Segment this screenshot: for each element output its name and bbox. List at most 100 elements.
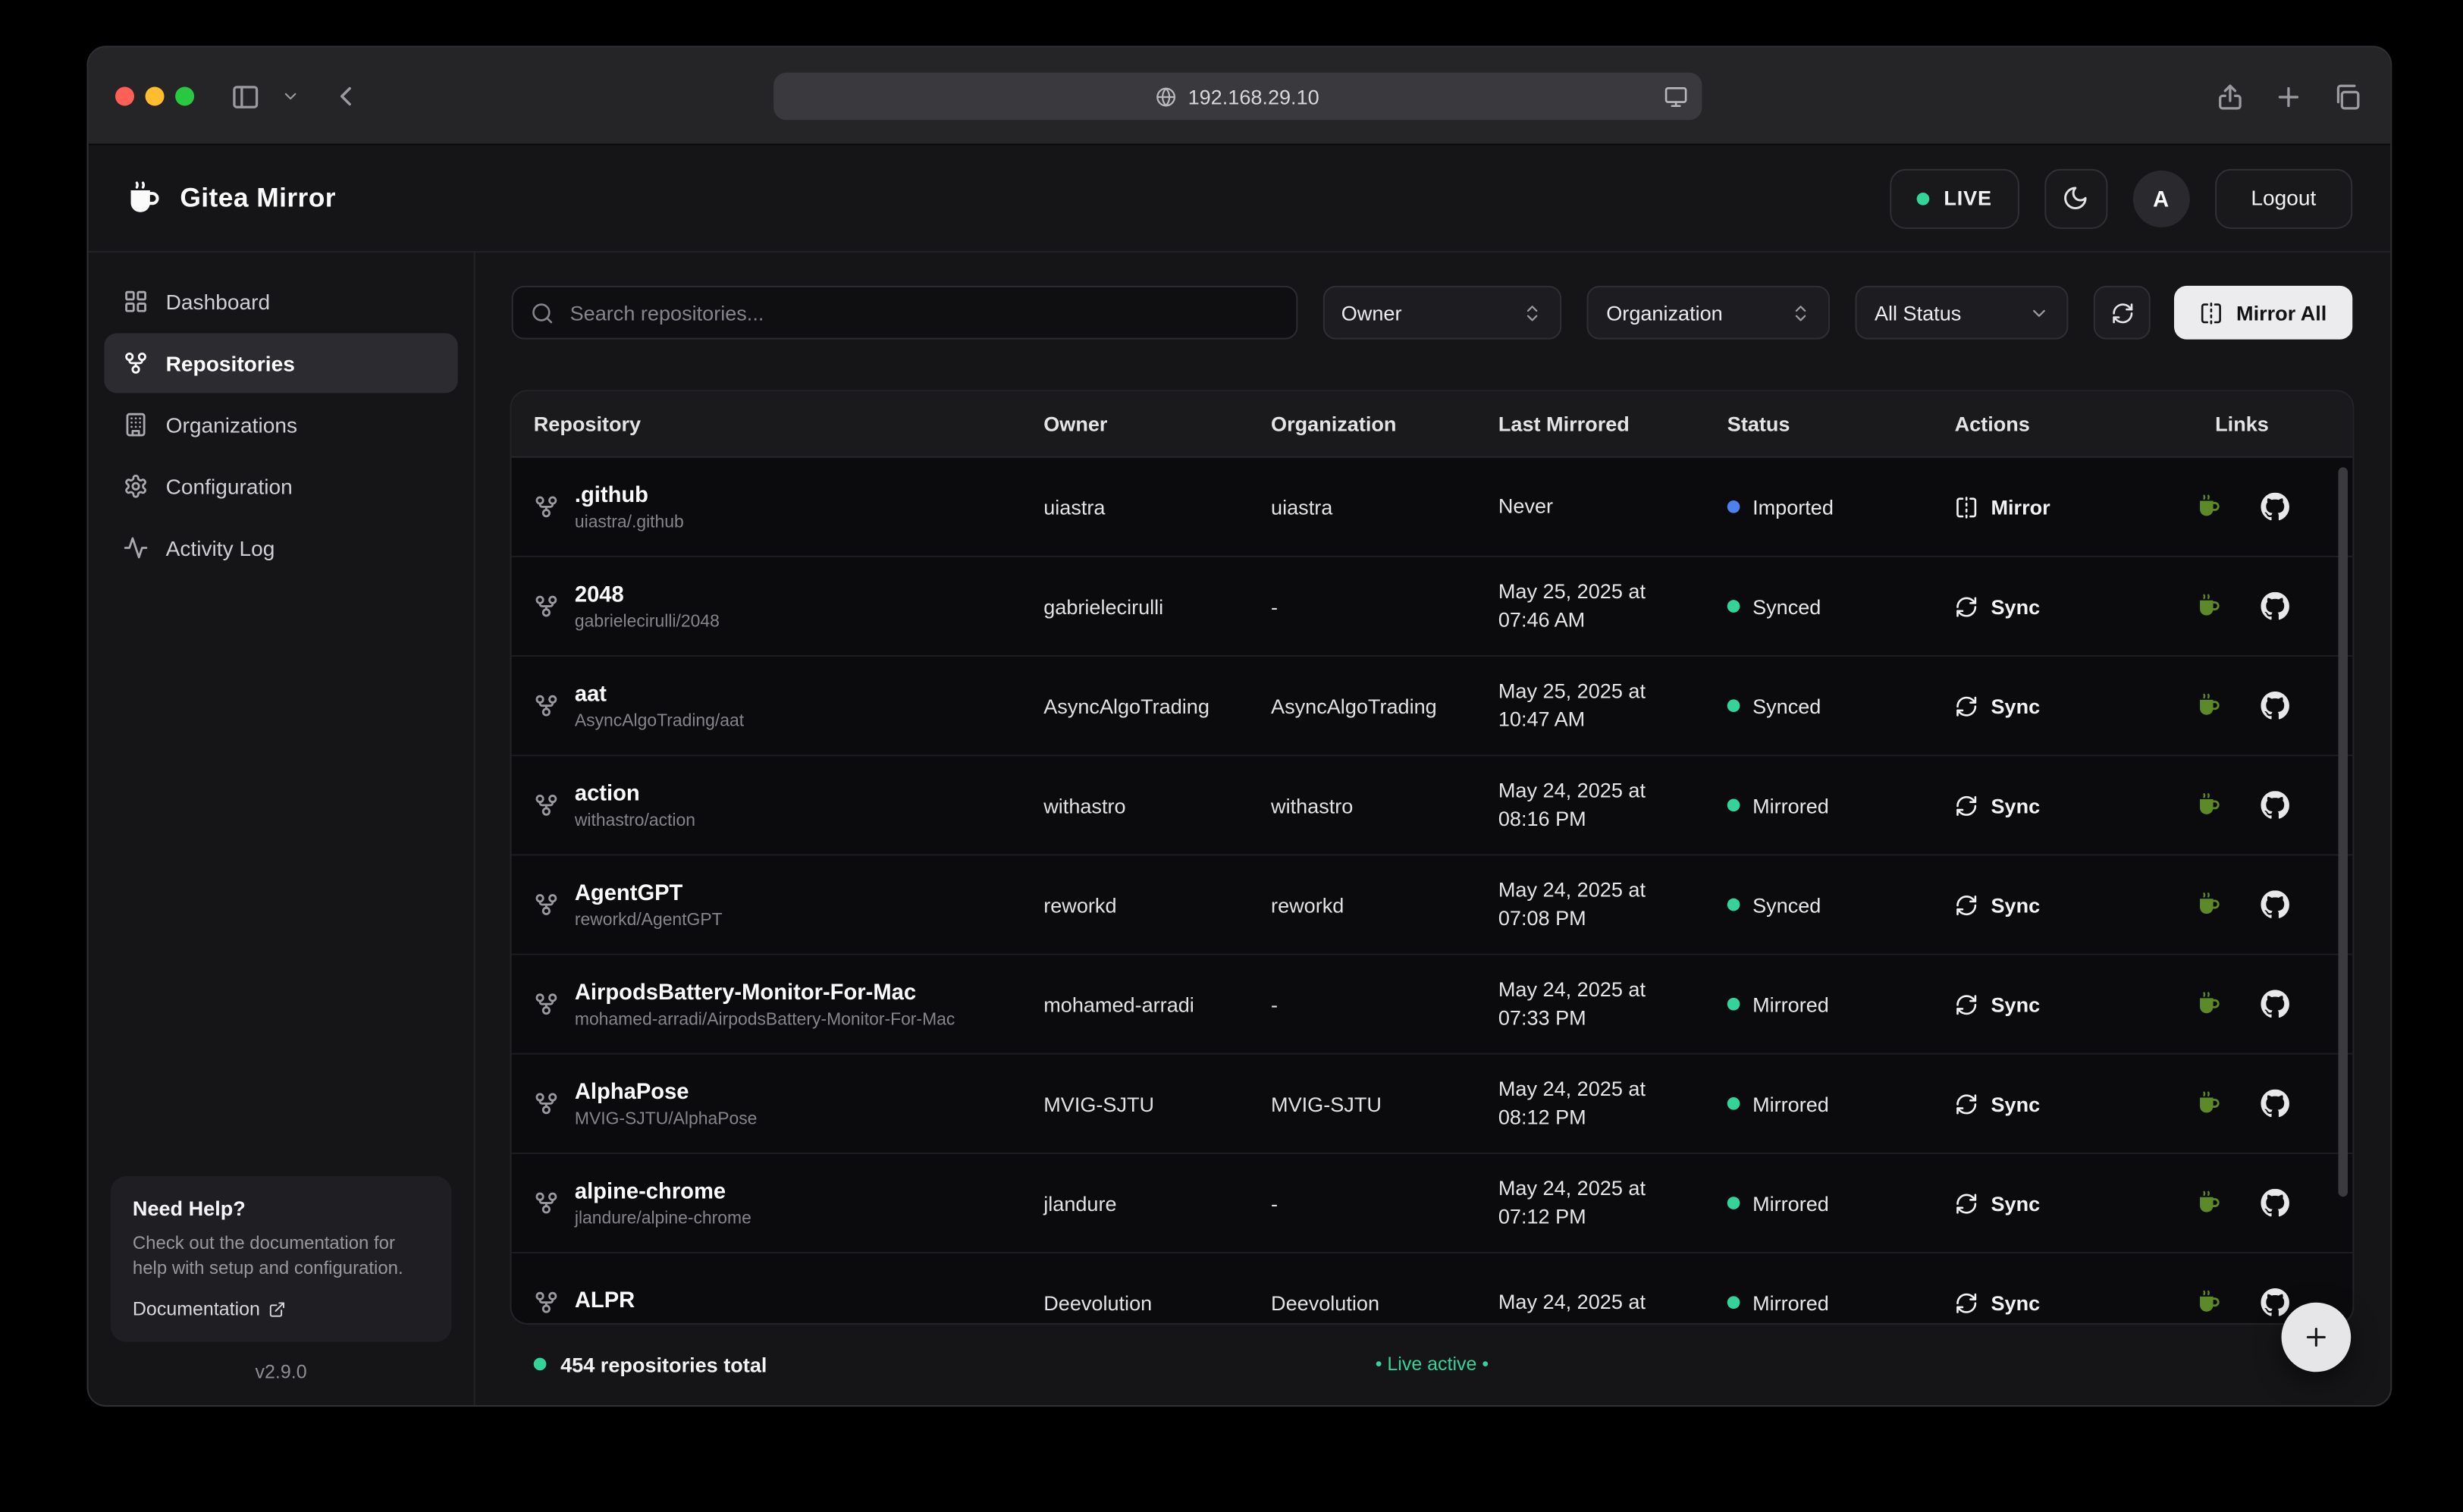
owner-filter[interactable]: Owner xyxy=(1322,286,1562,340)
repo-name: 2048 xyxy=(575,581,720,607)
git-fork-icon xyxy=(534,1190,559,1216)
sync-button[interactable]: Sync xyxy=(1955,594,2041,618)
help-body: Check out the documentation for help wit… xyxy=(133,1231,429,1283)
moon-icon xyxy=(2063,185,2089,212)
status-label: Synced xyxy=(1752,892,1821,916)
gitea-link-icon[interactable] xyxy=(2195,493,2223,521)
filter-toolbar: Owner Organization All Status xyxy=(512,286,2353,340)
search-input[interactable] xyxy=(566,300,1278,326)
sync-button[interactable]: Sync xyxy=(1955,1092,2041,1115)
column-header-owner: Owner xyxy=(1021,412,1249,435)
gitea-link-icon[interactable] xyxy=(2195,1090,2223,1118)
git-fork-icon xyxy=(534,494,559,519)
github-link-icon[interactable] xyxy=(2261,1288,2289,1316)
table-row[interactable]: alpine-chromejlandure/alpine-chrome jlan… xyxy=(512,1154,2353,1253)
sync-button[interactable]: Sync xyxy=(1955,1191,2041,1215)
version-label: v2.9.0 xyxy=(104,1342,457,1405)
repositories-table: Repository Owner Organization Last Mirro… xyxy=(512,391,2353,1322)
organization-filter[interactable]: Organization xyxy=(1587,286,1830,340)
new-tab-icon[interactable] xyxy=(2273,81,2304,111)
sidebar-item-organizations[interactable]: Organizations xyxy=(104,395,457,455)
documentation-link[interactable]: Documentation xyxy=(133,1297,429,1319)
status-filter[interactable]: All Status xyxy=(1856,286,2069,340)
table-row[interactable]: aatAsyncAlgoTrading/aat AsyncAlgoTrading… xyxy=(512,657,2353,756)
repo-name: action xyxy=(575,780,695,807)
user-avatar[interactable]: A xyxy=(2132,170,2189,227)
github-link-icon[interactable] xyxy=(2261,990,2289,1018)
help-card: Need Help? Check out the documentation f… xyxy=(111,1175,452,1341)
status-dot xyxy=(1727,998,1740,1011)
status-dot xyxy=(1727,799,1740,812)
repo-owner: MVIG-SJTU xyxy=(1021,1092,1249,1115)
gitea-link-icon[interactable] xyxy=(2195,692,2223,720)
search-icon xyxy=(531,301,554,325)
mirror-button[interactable]: Mirror xyxy=(1955,495,2050,519)
monitor-icon[interactable] xyxy=(1664,84,1687,108)
gitea-link-icon[interactable] xyxy=(2195,1189,2223,1217)
mirror-all-button[interactable]: Mirror All xyxy=(2174,286,2352,340)
address-bar[interactable]: 192.168.29.10 xyxy=(773,73,1702,120)
sidebar-item-configuration[interactable]: Configuration xyxy=(104,456,457,516)
last-mirrored-time: 10:47 AM xyxy=(1498,706,1705,734)
close-window-button[interactable] xyxy=(115,87,134,106)
github-link-icon[interactable] xyxy=(2261,791,2289,819)
github-link-icon[interactable] xyxy=(2261,890,2289,918)
chevrons-up-down-icon xyxy=(1523,303,1543,323)
github-link-icon[interactable] xyxy=(2261,1090,2289,1118)
github-link-icon[interactable] xyxy=(2261,592,2289,620)
live-label: LIVE xyxy=(1944,187,1992,210)
sync-button[interactable]: Sync xyxy=(1955,1291,2041,1314)
table-row[interactable]: .githubuiastra/.github uiastra uiastra N… xyxy=(512,458,2353,557)
table-row[interactable]: AirpodsBattery-Monitor-For-Macmohamed-ar… xyxy=(512,955,2353,1055)
add-repository-button[interactable] xyxy=(2282,1303,2352,1372)
table-row[interactable]: 2048gabrielecirulli/2048 gabrielecirulli… xyxy=(512,557,2353,657)
sidebar-item-activity-log[interactable]: Activity Log xyxy=(104,518,457,578)
github-link-icon[interactable] xyxy=(2261,692,2289,720)
zoom-window-button[interactable] xyxy=(175,87,194,106)
repo-path: AsyncAlgoTrading/aat xyxy=(575,712,744,731)
table-row[interactable]: AgentGPTreworkd/AgentGPT reworkd reworkd… xyxy=(512,855,2353,955)
github-link-icon[interactable] xyxy=(2261,1189,2289,1217)
activity-icon xyxy=(123,535,148,560)
live-status-badge[interactable]: LIVE xyxy=(1890,168,2019,228)
sync-button[interactable]: Sync xyxy=(1955,892,2041,916)
repo-name: aat xyxy=(575,681,744,707)
repo-organization: uiastra xyxy=(1249,495,1476,519)
plus-icon xyxy=(2302,1323,2330,1351)
last-mirrored-time: 07:33 PM xyxy=(1498,1004,1705,1032)
logout-button[interactable]: Logout xyxy=(2214,168,2352,228)
gitea-link-icon[interactable] xyxy=(2195,1288,2223,1316)
gitea-link-icon[interactable] xyxy=(2195,592,2223,620)
help-title: Need Help? xyxy=(133,1196,429,1219)
status-dot xyxy=(1727,1097,1740,1110)
table-row[interactable]: actionwithastro/action withastro withast… xyxy=(512,756,2353,855)
table-row[interactable]: ALPR Deevolution Deevolution May 24, 202… xyxy=(512,1253,2353,1323)
share-icon[interactable] xyxy=(2215,81,2245,111)
gitea-link-icon[interactable] xyxy=(2195,791,2223,819)
sync-button[interactable]: Sync xyxy=(1955,993,2041,1016)
table-row[interactable]: AlphaPoseMVIG-SJTU/AlphaPose MVIG-SJTU M… xyxy=(512,1055,2353,1154)
table-scrollbar[interactable] xyxy=(2339,467,2348,1197)
status-dot xyxy=(1727,699,1740,712)
sync-button[interactable]: Sync xyxy=(1955,793,2041,817)
sidebar-item-dashboard[interactable]: Dashboard xyxy=(104,271,457,331)
chevron-down-icon[interactable] xyxy=(281,87,300,106)
repo-path: MVIG-SJTU/AlphaPose xyxy=(575,1109,758,1128)
window-controls xyxy=(115,87,194,106)
refresh-button[interactable] xyxy=(2094,286,2151,340)
column-header-last-mirrored: Last Mirrored xyxy=(1476,412,1705,435)
status-label: Mirrored xyxy=(1752,1092,1829,1115)
sync-button[interactable]: Sync xyxy=(1955,694,2041,717)
gitea-link-icon[interactable] xyxy=(2195,890,2223,918)
sidebar-toggle-icon[interactable] xyxy=(231,81,261,111)
gitea-link-icon[interactable] xyxy=(2195,990,2223,1018)
repo-owner: uiastra xyxy=(1021,495,1249,519)
avatar-initial: A xyxy=(2153,186,2169,211)
minimize-window-button[interactable] xyxy=(146,87,165,106)
back-icon[interactable] xyxy=(330,80,362,112)
github-link-icon[interactable] xyxy=(2261,493,2289,521)
tab-overview-icon[interactable] xyxy=(2332,81,2362,111)
repo-organization: - xyxy=(1249,594,1476,618)
sidebar-item-repositories[interactable]: Repositories xyxy=(104,333,457,393)
theme-toggle-button[interactable] xyxy=(2044,168,2107,228)
